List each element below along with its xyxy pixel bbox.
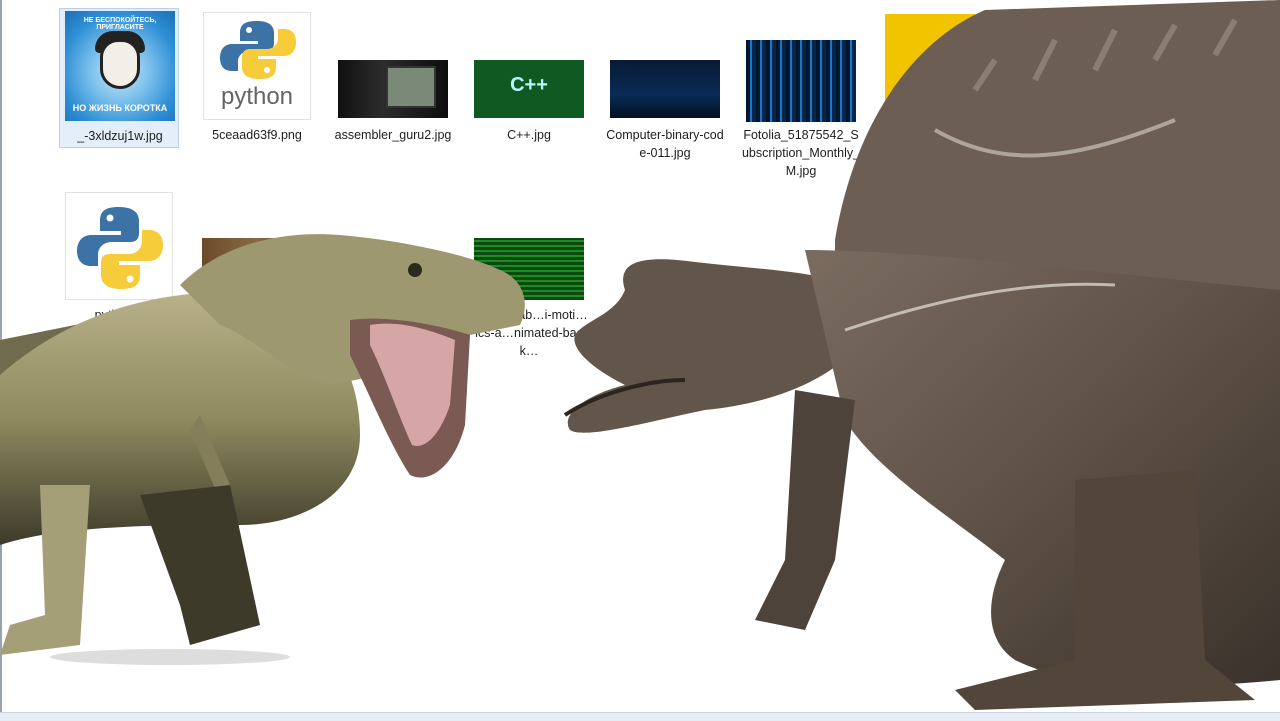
tyrannosaurus-image: [0, 234, 525, 665]
file-item-python-png[interactable]: python 5ceaad63f9.png: [197, 8, 317, 148]
python-wordmark: python: [220, 83, 294, 110]
file-name: 5ceaad63f9.png: [212, 128, 302, 142]
file-name: assembler_guru2.jpg: [334, 128, 452, 142]
thumbnail-assembler: [338, 60, 448, 118]
file-name: _-3xldzuj1w.jpg: [77, 129, 163, 143]
file-item-meme-jpg[interactable]: НЕ БЕСПОКОЙТЕСЬ, ПРИГЛАСИТЕ НО ЖИЗНЬ КОР…: [59, 8, 179, 148]
python-logo-icon: [220, 21, 296, 79]
thumbnail-meme: НЕ БЕСПОКОЙТЕСЬ, ПРИГЛАСИТЕ НО ЖИЗНЬ КОР…: [65, 11, 175, 121]
thumbnail-caption-bottom: НО ЖИЗНЬ КОРОТКА: [72, 103, 168, 113]
monitor-image: [386, 66, 436, 108]
file-item-assembler-jpg[interactable]: assembler_guru2.jpg: [333, 8, 453, 148]
spinosaurus-image: [563, 0, 1280, 710]
thumbnail-python-logo: python: [203, 12, 311, 120]
person-face: [100, 39, 140, 89]
thumbnail-caption-top: НЕ БЕСПОКОЙТЕСЬ, ПРИГЛАСИТЕ: [83, 17, 157, 31]
